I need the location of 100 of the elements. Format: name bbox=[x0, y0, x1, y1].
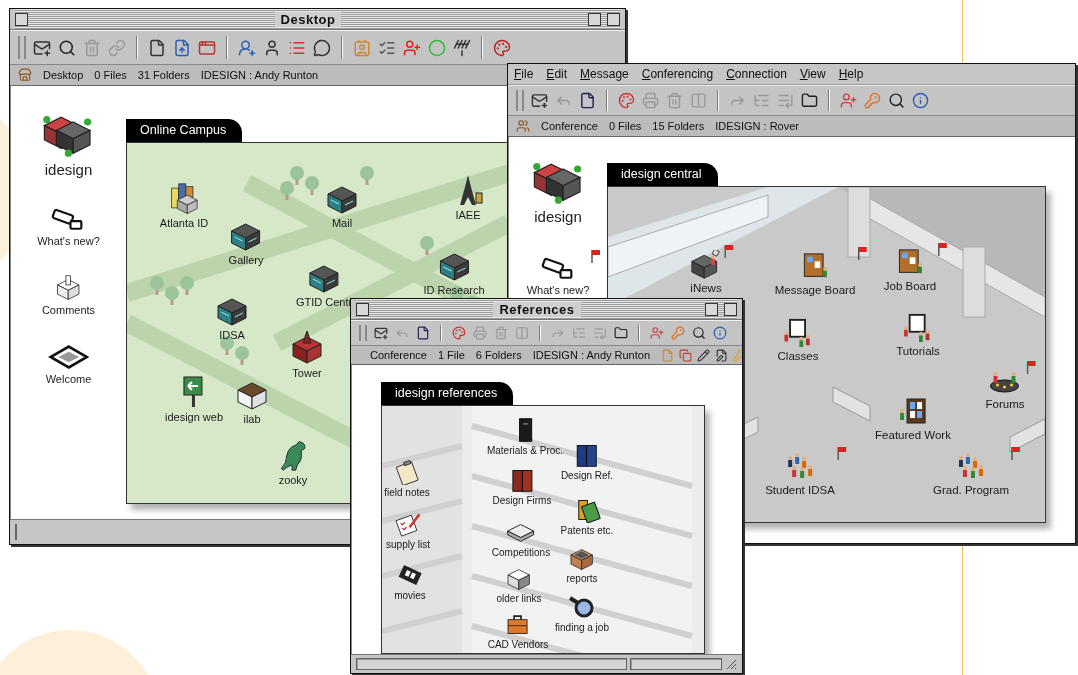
map-item[interactable]: Forums bbox=[985, 366, 1025, 411]
map-item[interactable]: supply list bbox=[386, 511, 430, 550]
palette-icon[interactable] bbox=[618, 92, 635, 109]
document-icon[interactable] bbox=[416, 326, 430, 340]
map-item[interactable]: reports bbox=[566, 545, 598, 584]
map-item[interactable]: Tower bbox=[291, 331, 323, 380]
panel-tab[interactable]: idesign central bbox=[607, 163, 718, 186]
map-item[interactable]: Job Board bbox=[883, 248, 937, 293]
menu-item[interactable]: View bbox=[799, 67, 826, 81]
map-item[interactable]: CAD Vendors bbox=[487, 611, 549, 650]
map-item[interactable]: ID Research bbox=[423, 248, 485, 297]
info-icon[interactable] bbox=[713, 326, 727, 340]
file-count: 0 Files bbox=[94, 69, 127, 81]
toolbar-grip[interactable] bbox=[18, 35, 26, 60]
map-item[interactable]: iNews bbox=[690, 250, 722, 295]
map-item[interactable]: Student IDSA bbox=[765, 452, 835, 497]
folder-count: 31 Folders bbox=[137, 69, 190, 81]
map-item[interactable]: Tutorials bbox=[896, 313, 940, 358]
new-mail-icon[interactable] bbox=[33, 38, 51, 57]
sidebar-item[interactable]: Welcome bbox=[45, 344, 92, 385]
search-icon[interactable] bbox=[888, 92, 905, 109]
church-icon bbox=[291, 331, 323, 365]
map-item[interactable]: older links bbox=[496, 565, 542, 604]
close-box[interactable] bbox=[356, 302, 369, 316]
palette-icon[interactable] bbox=[493, 38, 511, 57]
copy-icon[interactable] bbox=[679, 348, 693, 362]
file-count: 0 Files bbox=[608, 120, 642, 132]
map-item[interactable]: IAEE bbox=[452, 173, 484, 222]
info-icon[interactable] bbox=[912, 92, 929, 109]
scroll-bar[interactable] bbox=[630, 657, 722, 671]
menu-item[interactable]: Help bbox=[838, 67, 864, 81]
collapse-box[interactable] bbox=[724, 302, 737, 316]
map-item[interactable]: Classes bbox=[777, 318, 819, 363]
toolbar-grip[interactable] bbox=[516, 90, 524, 111]
user-add-icon[interactable] bbox=[238, 38, 256, 57]
menu-item[interactable]: Edit bbox=[546, 67, 568, 81]
upload-icon[interactable] bbox=[173, 38, 191, 57]
antenna-icon[interactable] bbox=[453, 38, 471, 57]
toolbar-grip[interactable] bbox=[359, 324, 367, 342]
folder-icon[interactable] bbox=[801, 92, 818, 109]
window-icon[interactable] bbox=[198, 38, 216, 57]
map-item[interactable]: GTID Centr bbox=[295, 260, 353, 309]
map-item[interactable]: movies bbox=[394, 562, 426, 601]
location-label: Conference bbox=[370, 349, 427, 361]
zoom-box[interactable] bbox=[705, 302, 718, 316]
desk-icon bbox=[18, 68, 32, 82]
skyscrapers-icon bbox=[168, 181, 200, 215]
menu-item[interactable]: Connection bbox=[726, 67, 787, 81]
collapse-box[interactable] bbox=[607, 12, 620, 26]
sidebar-item[interactable]: idesign bbox=[531, 157, 585, 225]
menu-item[interactable]: File bbox=[514, 67, 534, 81]
map-item[interactable]: Gallery bbox=[228, 218, 264, 267]
new-mail-icon[interactable] bbox=[531, 92, 548, 109]
new-mail-icon[interactable] bbox=[374, 326, 388, 340]
document-icon[interactable] bbox=[148, 38, 166, 57]
folder-icon[interactable] bbox=[614, 326, 628, 340]
map-item[interactable]: Design Firms bbox=[492, 467, 552, 506]
sidebar-item[interactable]: idesign bbox=[42, 110, 95, 178]
pencil-icon[interactable] bbox=[697, 348, 711, 362]
sidebar-item[interactable]: Comments bbox=[41, 275, 96, 316]
sidebar-item[interactable]: What's new? bbox=[37, 206, 100, 247]
map-item[interactable]: Mail bbox=[326, 181, 358, 230]
search-icon[interactable] bbox=[692, 326, 706, 340]
user-label: IDESIGN : Rover bbox=[715, 120, 799, 132]
map-item[interactable]: zooky bbox=[277, 438, 309, 487]
map-item[interactable]: finding a job bbox=[555, 594, 609, 633]
map-item[interactable]: field notes bbox=[384, 459, 430, 498]
map-item[interactable]: IDSA bbox=[216, 293, 248, 342]
panel-tab[interactable]: Online Campus bbox=[126, 119, 243, 142]
add-person-icon[interactable] bbox=[650, 326, 664, 340]
zoom-box[interactable] bbox=[588, 12, 601, 26]
map-item[interactable]: idesign web bbox=[164, 375, 224, 424]
user-icon[interactable] bbox=[263, 38, 281, 57]
key-icon[interactable] bbox=[671, 326, 685, 340]
sidebar-item[interactable]: What's new? bbox=[526, 255, 590, 296]
palette-icon[interactable] bbox=[452, 326, 466, 340]
scroll-bar[interactable] bbox=[15, 523, 17, 541]
map-item[interactable]: Patents etc. bbox=[560, 497, 614, 536]
map-item[interactable]: Grad. Program bbox=[932, 452, 1010, 497]
map-item[interactable]: Featured Work bbox=[875, 397, 951, 442]
window-title: Desktop bbox=[274, 11, 342, 27]
map-item[interactable]: Message Board bbox=[774, 252, 856, 297]
add-person-icon[interactable] bbox=[403, 38, 421, 57]
close-box[interactable] bbox=[15, 12, 28, 26]
scroll-bar[interactable] bbox=[356, 657, 628, 671]
map-item[interactable]: Atlanta ID bbox=[159, 181, 209, 230]
window-title: References bbox=[493, 301, 581, 317]
panel-tab[interactable]: idesign references bbox=[381, 382, 514, 405]
search-icon[interactable] bbox=[58, 38, 76, 57]
document-icon[interactable] bbox=[579, 92, 596, 109]
menu-item[interactable]: Message bbox=[580, 67, 629, 81]
resize-grip-icon[interactable] bbox=[725, 658, 737, 670]
map-item[interactable]: Competitions bbox=[491, 519, 551, 558]
map-item[interactable]: ilab bbox=[236, 377, 268, 426]
chat-icon[interactable] bbox=[313, 38, 331, 57]
people-icon bbox=[516, 119, 530, 133]
edit-document-icon[interactable] bbox=[715, 348, 729, 362]
key-icon[interactable] bbox=[864, 92, 881, 109]
add-person-icon[interactable] bbox=[840, 92, 857, 109]
menu-item[interactable]: Conferencing bbox=[641, 67, 714, 81]
